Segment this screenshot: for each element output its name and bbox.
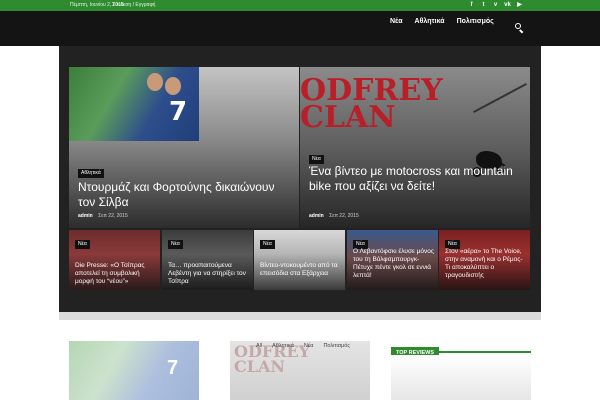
post-author[interactable]: admin — [309, 213, 324, 219]
twitter-icon[interactable]: t — [480, 2, 487, 9]
post-thumbnail[interactable]: ODFREY CLAN — [230, 341, 370, 400]
post-title[interactable]: Βίντεο-ντοκουμέντο από τα επεισόδια στα … — [260, 262, 342, 278]
login-register-link[interactable]: Σύνδεση / Εγγραφή — [112, 0, 155, 11]
filter-culture[interactable]: Πολιτισμός — [323, 343, 350, 349]
main-header: Νέα Αθλητικά Πολιτισμός — [0, 11, 600, 46]
main-nav: Νέα Αθλητικά Πολιτισμός — [390, 18, 494, 25]
post-title[interactable]: Ντουρμάζ και Φορτούνης δικαιώνουν τον Σί… — [78, 180, 288, 210]
top-reviews-list — [391, 355, 531, 400]
section-divider — [59, 312, 541, 320]
search-icon[interactable] — [515, 23, 525, 34]
small-post[interactable]: Νέα Βίντεο-ντοκουμέντο από τα επεισόδια … — [254, 230, 345, 290]
post-title[interactable]: Ο Λεβαντόφσκι έλυσε μόνος του τη Βόλφσμπ… — [353, 248, 435, 280]
post-title[interactable]: Die Presse: «Ο Τσίπρας αποτελεί τη συμβο… — [75, 262, 157, 286]
category-badge[interactable]: Νέα — [75, 240, 90, 249]
top-reviews-header: TOP REVIEWS — [391, 341, 531, 359]
category-filter: All Αθλητικά Νέα Πολιτισμός — [256, 343, 350, 349]
social-links: f t v vk ▶ — [468, 2, 523, 9]
small-post[interactable]: Νέα Στον «αέρα» το The Voice, στην αναμο… — [439, 230, 530, 290]
nav-item-news[interactable]: Νέα — [390, 18, 403, 25]
filter-all[interactable]: All — [256, 343, 262, 349]
facebook-icon[interactable]: f — [468, 2, 475, 9]
category-badge[interactable]: Νέα — [260, 240, 275, 249]
post-meta: admin Σεπ 22, 2015 — [78, 213, 128, 219]
post-title[interactable]: Στον «αέρα» το The Voice, στην αναμονή κ… — [445, 248, 527, 280]
band-logo-text: ODFREY CLAN — [300, 73, 443, 135]
small-post[interactable]: Νέα Τα… προαπαιτούμενα Λεβέντη για να στ… — [162, 230, 253, 290]
vimeo-icon[interactable]: v — [492, 2, 499, 9]
category-badge[interactable]: Αθλητικά — [78, 169, 104, 178]
football-players-photo: 7 — [69, 67, 199, 141]
filter-sports[interactable]: Αθλητικά — [272, 343, 294, 349]
post-date: Σεπ 22, 2015 — [98, 213, 128, 219]
post-title[interactable]: Τα… προαπαιτούμενα Λεβέντη για να στηρίξ… — [168, 262, 250, 286]
post-date: Σεπ 22, 2015 — [329, 213, 359, 219]
nav-item-culture[interactable]: Πολιτισμός — [457, 18, 494, 25]
featured-post-2[interactable]: ODFREY CLAN Νέα Ένα βίντεο με motocross κ… — [300, 67, 530, 228]
vk-icon[interactable]: vk — [504, 2, 511, 9]
filter-news[interactable]: Νέα — [304, 343, 314, 349]
post-thumbnail[interactable]: 7 — [69, 341, 199, 400]
post-author[interactable]: admin — [78, 213, 93, 219]
category-badge[interactable]: Νέα — [168, 240, 183, 249]
post-meta: admin Σεπ 22, 2015 — [309, 213, 359, 219]
featured-post-1[interactable]: 7 Αθλητικά Ντουρμάζ και Φορτούνης δικαιώ… — [69, 67, 299, 228]
nav-item-sports[interactable]: Αθλητικά — [415, 18, 445, 25]
rope-line — [473, 83, 527, 113]
post-title[interactable]: Ένα βίντεο με motocross και mountain bik… — [309, 164, 519, 194]
top-bar: Πέμπτη, Ιουνίου 2, 2016 Σύνδεση / Εγγραφ… — [0, 0, 600, 11]
small-post[interactable]: Νέα Ο Λεβαντόφσκι έλυσε μόνος του τη Βόλ… — [347, 230, 438, 290]
youtube-icon[interactable]: ▶ — [516, 2, 523, 9]
small-post[interactable]: Νέα Die Presse: «Ο Τσίπρας αποτελεί τη σ… — [69, 230, 160, 290]
category-badge[interactable]: Νέα — [309, 155, 324, 164]
